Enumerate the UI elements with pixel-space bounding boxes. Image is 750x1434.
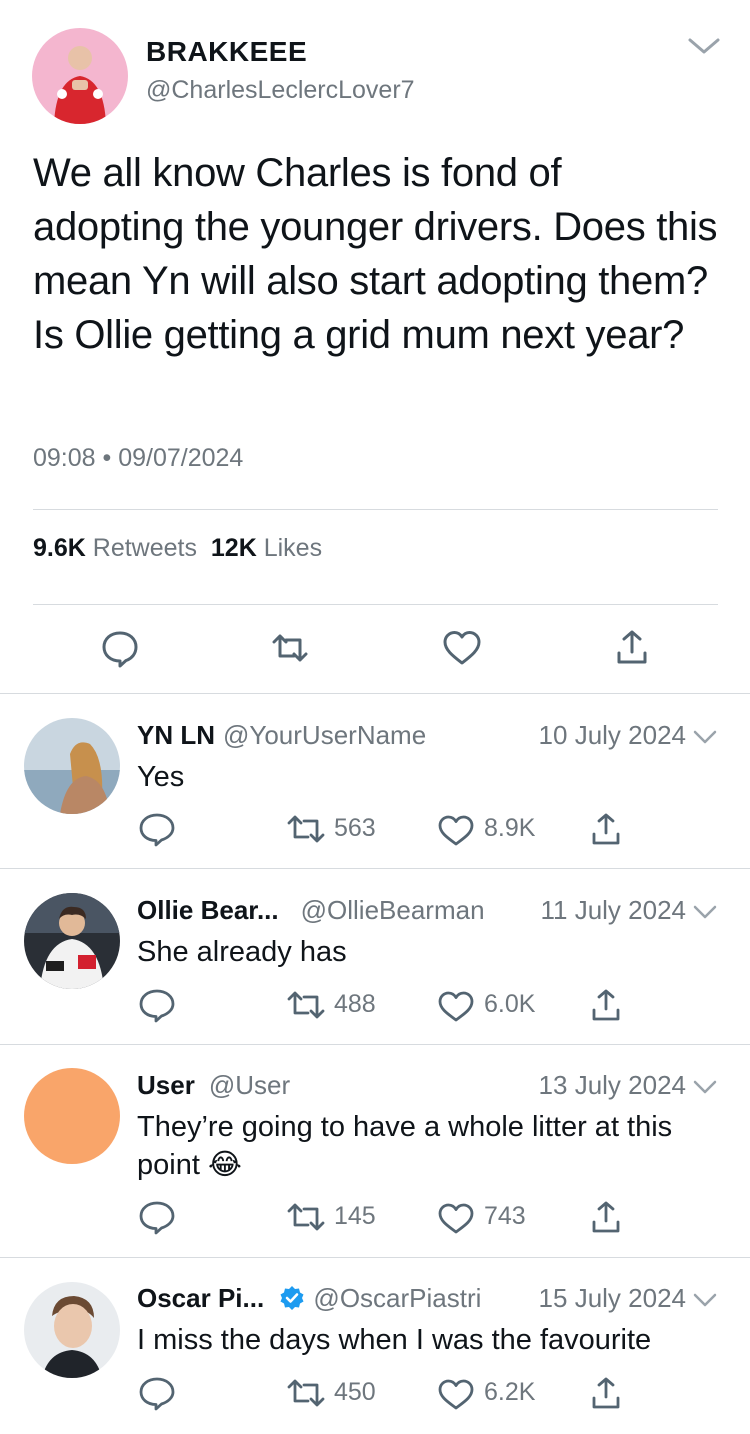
author-handle[interactable]: @CharlesLeclercLover7	[146, 76, 415, 105]
share-icon[interactable]	[610, 626, 654, 670]
retweet-icon[interactable]	[268, 626, 312, 670]
divider	[0, 1044, 750, 1045]
reply-author-handle[interactable]: @OscarPiastri	[313, 1283, 481, 1313]
divider	[33, 509, 718, 510]
share-icon[interactable]	[586, 812, 626, 848]
retweets-count[interactable]: 9.6K	[33, 534, 86, 562]
retweet-icon[interactable]	[286, 1376, 326, 1412]
reply-header: YN LN @YourUserName	[137, 720, 426, 751]
divider	[0, 1257, 750, 1258]
reply-date: 15 July 2024	[538, 1283, 686, 1313]
chevron-down-icon[interactable]	[690, 1290, 720, 1310]
chevron-down-icon[interactable]	[690, 1077, 720, 1097]
like-icon[interactable]	[436, 812, 476, 848]
reply-header: User @User	[137, 1070, 290, 1101]
reply-author-name[interactable]: Oscar Pi...	[137, 1283, 264, 1313]
reply-date: 10 July 2024	[538, 720, 686, 750]
divider	[0, 868, 750, 869]
chevron-down-icon[interactable]	[684, 32, 724, 60]
reply-icon[interactable]	[137, 1200, 177, 1236]
like-icon[interactable]	[440, 626, 484, 670]
reply-header: Oscar Pi... @OscarPiastri	[137, 1283, 481, 1314]
reply-like-count: 8.9K	[484, 814, 536, 842]
reply-avatar[interactable]	[24, 1282, 120, 1378]
tweet-header: BRAKKEEE @CharlesLeclercLover7	[0, 0, 750, 130]
share-icon[interactable]	[586, 1376, 626, 1412]
reply-avatar[interactable]	[24, 718, 120, 814]
tweet-timestamp: 09:08 • 09/07/2024	[33, 444, 244, 472]
author-name[interactable]: BRAKKEEE	[146, 36, 307, 68]
like-icon[interactable]	[436, 1376, 476, 1412]
reply-author-handle[interactable]: @OllieBearman	[301, 895, 485, 925]
reply-like-count: 6.2K	[484, 1378, 536, 1406]
laughing-emoji-icon: 😂	[207, 1149, 242, 1181]
reply-retweet-count: 145	[334, 1202, 376, 1230]
reply-retweet-count: 563	[334, 814, 376, 842]
reply-date: 13 July 2024	[538, 1070, 686, 1100]
retweet-icon[interactable]	[286, 1200, 326, 1236]
chevron-down-icon[interactable]	[690, 727, 720, 747]
verified-badge-icon	[279, 1285, 305, 1311]
reply-retweet-count: 488	[334, 990, 376, 1018]
reply-actions: 563 8.9K	[0, 812, 750, 852]
reply-author-name[interactable]: YN LN	[137, 720, 215, 750]
reply-icon[interactable]	[137, 1376, 177, 1412]
tweet-actions	[0, 626, 750, 676]
reply-retweet-count: 450	[334, 1378, 376, 1406]
chevron-down-icon[interactable]	[690, 902, 720, 922]
tweet-text: We all know Charles is fond of adopting …	[33, 151, 718, 357]
reply-icon[interactable]	[98, 626, 142, 670]
divider	[33, 604, 718, 605]
reply-avatar[interactable]	[24, 893, 120, 989]
reply-like-count: 6.0K	[484, 990, 536, 1018]
reply-date: 11 July 2024	[540, 895, 686, 925]
author-avatar[interactable]	[32, 28, 128, 124]
reply-text: She already has	[137, 936, 347, 968]
reply-text: Yes	[137, 761, 185, 793]
retweet-icon[interactable]	[286, 812, 326, 848]
reply-text: They’re going to have a whole litter at …	[137, 1108, 697, 1184]
likes-label[interactable]: Likes	[264, 534, 322, 562]
reply-author-name[interactable]: User	[137, 1070, 195, 1100]
reply-header: Ollie Bear... @OllieBearman	[137, 895, 485, 926]
divider	[0, 693, 750, 694]
reply-text: I miss the days when I was the favourite	[137, 1324, 652, 1356]
like-icon[interactable]	[436, 1200, 476, 1236]
reply-icon[interactable]	[137, 812, 177, 848]
reply-icon[interactable]	[137, 988, 177, 1024]
tweet-stats: 9.6K Retweets 12K Likes	[33, 534, 322, 563]
share-icon[interactable]	[586, 1200, 626, 1236]
retweet-icon[interactable]	[286, 988, 326, 1024]
reply-actions: 450 6.2K	[0, 1376, 750, 1416]
share-icon[interactable]	[586, 988, 626, 1024]
likes-count[interactable]: 12K	[211, 534, 257, 562]
reply-actions: 488 6.0K	[0, 988, 750, 1028]
reply-avatar[interactable]	[24, 1068, 120, 1164]
reply-actions: 145 743	[0, 1200, 750, 1240]
like-icon[interactable]	[436, 988, 476, 1024]
reply-like-count: 743	[484, 1202, 526, 1230]
reply-author-name[interactable]: Ollie Bear...	[137, 895, 279, 925]
reply-author-handle[interactable]: @YourUserName	[223, 720, 426, 750]
reply-author-handle[interactable]: @User	[209, 1070, 290, 1100]
retweets-label[interactable]: Retweets	[93, 534, 197, 562]
